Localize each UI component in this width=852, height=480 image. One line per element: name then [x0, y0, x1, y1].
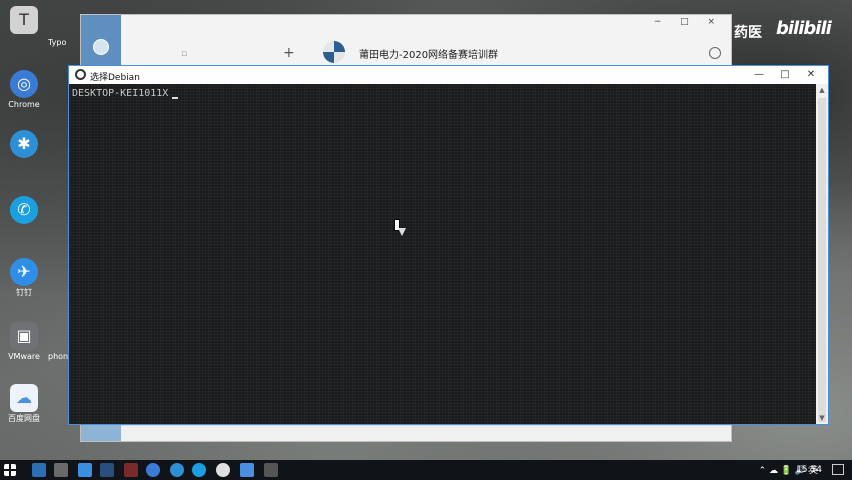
partial-label-phone: phon [48, 352, 69, 361]
taskbar-app-icon[interactable] [240, 463, 254, 477]
taskbar: ⌃ ☁ 🔋 🔊 英 15:54 [0, 460, 852, 480]
group-avatar [323, 41, 345, 63]
tab-placeholder-icon: ▫ [181, 49, 188, 59]
desktop-icon-label: Chrome [8, 100, 40, 109]
partial-label-typo: Typo [48, 38, 67, 47]
scroll-up-arrow-icon[interactable]: ▲ [816, 84, 828, 96]
add-tab-button[interactable]: + [283, 45, 295, 61]
minimize-button[interactable]: — [746, 66, 772, 84]
desktop-icon-app[interactable]: ✱ [4, 130, 44, 160]
taskbar-chrome-icon[interactable] [146, 463, 160, 477]
taskbar-app-icon[interactable] [100, 463, 114, 477]
desktop-icon-chrome[interactable]: ◎ Chrome [4, 70, 44, 110]
desktop-icon-typora[interactable]: T [4, 6, 44, 36]
window-controls[interactable]: − □ × [654, 17, 723, 27]
dingtalk-icon: ✈ [10, 258, 38, 286]
taskbar-app-icon[interactable] [264, 463, 278, 477]
terminal-prompt-line: DESKTOP-KEI1011X [72, 88, 179, 99]
chat-title[interactable]: 莆田电力-2020网络备赛培训群 [359, 46, 498, 61]
taskbar-app-icon[interactable] [78, 463, 92, 477]
taskbar-app-icon[interactable] [32, 463, 46, 477]
vmware-icon: ▣ [10, 322, 38, 350]
text-cursor [172, 97, 179, 99]
baidu-netdisk-icon: ☁ [10, 384, 38, 412]
terminal-title: 选择Debian [90, 73, 140, 83]
terminal-scrollbar[interactable]: ▲ ▼ [816, 84, 828, 424]
desktop-icon-chat[interactable]: ✆ [4, 196, 44, 226]
star-icon: ✱ [10, 130, 38, 158]
taskbar-app-icon[interactable] [54, 463, 68, 477]
desktop-icon-dingtalk[interactable]: ✈ 钉钉 [4, 258, 44, 298]
taskbar-app-icon[interactable] [124, 463, 138, 477]
taskbar-app-icon[interactable] [216, 463, 230, 477]
desktop-icon-baidu-netdisk[interactable]: ☁ 百度网盘 [4, 384, 44, 424]
user-avatar[interactable] [93, 39, 109, 55]
notification-icon[interactable] [832, 464, 844, 475]
clock[interactable]: 15:54 [796, 465, 822, 475]
desktop-icon-vmware[interactable]: ▣ VMware [4, 322, 44, 362]
start-button[interactable] [4, 464, 16, 476]
desktop-icon-label: 百度网盘 [8, 414, 40, 423]
debian-terminal-window[interactable]: 选择Debian — □ ✕ DESKTOP-KEI1011X ▲ ▼ [68, 65, 829, 425]
chat-icon: ✆ [10, 196, 38, 224]
close-button[interactable]: ✕ [798, 66, 824, 84]
chrome-icon: ◎ [10, 70, 38, 98]
maximize-button[interactable]: □ [772, 66, 798, 84]
debian-icon [75, 69, 86, 80]
chat-tab-bar: ▫ + 莆田电力-2020网络备赛培训群 − □ × [121, 15, 731, 69]
terminal-prompt: DESKTOP-KEI1011X [72, 88, 169, 99]
terminal-body[interactable]: DESKTOP-KEI1011X [69, 84, 816, 424]
chat-bottom-bar [121, 425, 731, 441]
brand-text: 药医 [734, 25, 762, 41]
scroll-down-arrow-icon[interactable]: ▼ [816, 412, 828, 424]
bilibili-logo: bilibili [776, 18, 832, 39]
scrollbar-thumb[interactable] [818, 98, 826, 422]
sidebar-footer [81, 425, 121, 441]
desktop-icon-label: 钉钉 [16, 288, 32, 297]
taskbar-app-icon[interactable] [192, 463, 206, 477]
mouse-pointer-icon [398, 228, 406, 236]
desktop-icon-label: VMware [8, 352, 40, 361]
typora-icon: T [10, 6, 38, 34]
terminal-titlebar[interactable]: 选择Debian — □ ✕ [69, 66, 828, 84]
settings-icon[interactable] [709, 47, 721, 59]
taskbar-app-icon[interactable] [170, 463, 184, 477]
